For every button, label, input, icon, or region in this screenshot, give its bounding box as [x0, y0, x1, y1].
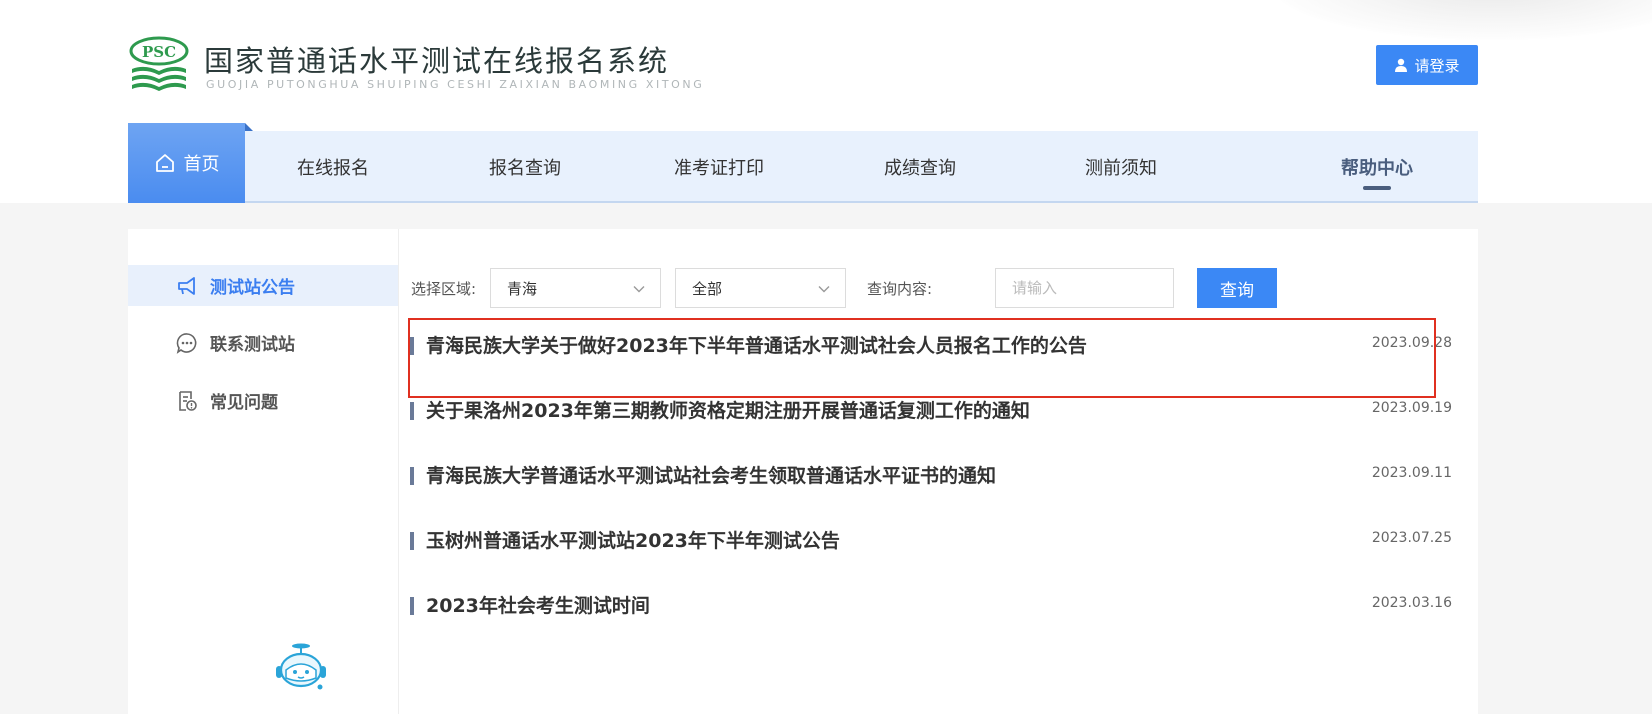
news-marker [410, 402, 414, 420]
decorative-glow [1272, 0, 1652, 40]
news-date: 2023.03.16 [1371, 595, 1452, 611]
sidebar-item-label: 联系测试站 [210, 335, 295, 355]
chat-icon [176, 332, 197, 354]
news-date: 2023.07.25 [1371, 530, 1452, 546]
nav-item-registration-query[interactable]: 报名查询 [450, 131, 600, 203]
main-nav: 首页 在线报名 报名查询 准考证打印 成绩查询 测前须知 帮助中心 [128, 123, 1478, 203]
news-title[interactable]: 关于果洛州2023年第三期教师资格定期注册开展普通话复测工作的通知 [426, 396, 1030, 423]
sidebar-item-announcements[interactable]: 测试站公告 [128, 265, 398, 306]
nav-item-home[interactable]: 首页 [128, 123, 245, 203]
news-marker [410, 532, 414, 550]
news-marker [410, 337, 414, 355]
robot-assistant-icon[interactable] [272, 642, 330, 692]
nav-item-pre-test-notice[interactable]: 测前须知 [1046, 131, 1196, 203]
sidebar-item-label: 测试站公告 [210, 278, 295, 298]
nav-item-score-query[interactable]: 成绩查询 [845, 131, 995, 203]
news-item[interactable]: 2023年社会考生测试时间 2023.03.16 [406, 579, 1472, 635]
nav-home-label: 首页 [183, 154, 220, 175]
svg-text:PSC: PSC [142, 43, 176, 61]
query-input[interactable] [995, 268, 1174, 308]
category-select[interactable]: 全部 [675, 268, 846, 308]
main-panel: 测试站公告 联系测试站 常见问题 选择区域: 青海 全部 查询内容: 请输入 查… [128, 229, 1478, 714]
news-date: 2023.09.11 [1371, 465, 1452, 481]
nav-home-tab-corner [245, 123, 253, 131]
home-icon [155, 154, 174, 172]
news-marker [410, 467, 414, 485]
sidebar-item-contact[interactable]: 联系测试站 [128, 322, 398, 363]
faq-document-icon [179, 390, 197, 411]
sidebar: 测试站公告 联系测试站 常见问题 [128, 229, 399, 714]
chevron-down-icon [818, 286, 830, 293]
news-date: 2023.09.28 [1371, 335, 1452, 351]
nav-item-help-center[interactable]: 帮助中心 [1302, 131, 1452, 203]
site-logo[interactable]: PSC 国家普通话水平测试在线报名系统 GUOJIA PUTONGHUA SHU… [128, 34, 728, 98]
region-select[interactable]: 青海 [490, 268, 661, 308]
user-icon [1395, 58, 1408, 72]
category-select-value: 全部 [692, 279, 723, 298]
region-select-value: 青海 [507, 279, 538, 298]
site-subtitle: GUOJIA PUTONGHUA SHUIPING CESHI ZAIXIAN … [206, 78, 705, 91]
psc-emblem-icon: PSC [129, 36, 189, 91]
region-label: 选择区域: [411, 280, 477, 298]
chevron-down-icon [633, 286, 645, 293]
news-title[interactable]: 青海民族大学关于做好2023年下半年普通话水平测试社会人员报名工作的公告 [426, 331, 1087, 358]
nav-item-admission-ticket[interactable]: 准考证打印 [644, 131, 794, 203]
query-label: 查询内容: [867, 280, 933, 298]
sidebar-item-label: 常见问题 [210, 393, 278, 413]
sidebar-item-faq[interactable]: 常见问题 [128, 380, 398, 421]
login-label: 请登录 [1414, 56, 1460, 75]
login-button[interactable]: 请登录 [1376, 45, 1478, 85]
megaphone-icon [178, 276, 195, 295]
nav-active-underline [1363, 186, 1391, 190]
nav-item-online-registration[interactable]: 在线报名 [258, 131, 408, 203]
news-date: 2023.09.19 [1371, 400, 1452, 416]
news-title[interactable]: 玉树州普通话水平测试站2023年下半年测试公告 [426, 526, 840, 553]
news-item[interactable]: 关于果洛州2023年第三期教师资格定期注册开展普通话复测工作的通知 2023.0… [406, 384, 1472, 440]
news-title[interactable]: 青海民族大学普通话水平测试站社会考生领取普通话水平证书的通知 [426, 461, 996, 488]
news-item[interactable]: 玉树州普通话水平测试站2023年下半年测试公告 2023.07.25 [406, 514, 1472, 570]
news-title[interactable]: 2023年社会考生测试时间 [426, 591, 650, 618]
news-item[interactable]: 青海民族大学普通话水平测试站社会考生领取普通话水平证书的通知 2023.09.1… [406, 449, 1472, 505]
site-title: 国家普通话水平测试在线报名系统 [204, 44, 670, 78]
news-marker [410, 597, 414, 615]
query-button[interactable]: 查询 [1197, 268, 1277, 308]
news-item[interactable]: 青海民族大学关于做好2023年下半年普通话水平测试社会人员报名工作的公告 202… [406, 319, 1472, 375]
